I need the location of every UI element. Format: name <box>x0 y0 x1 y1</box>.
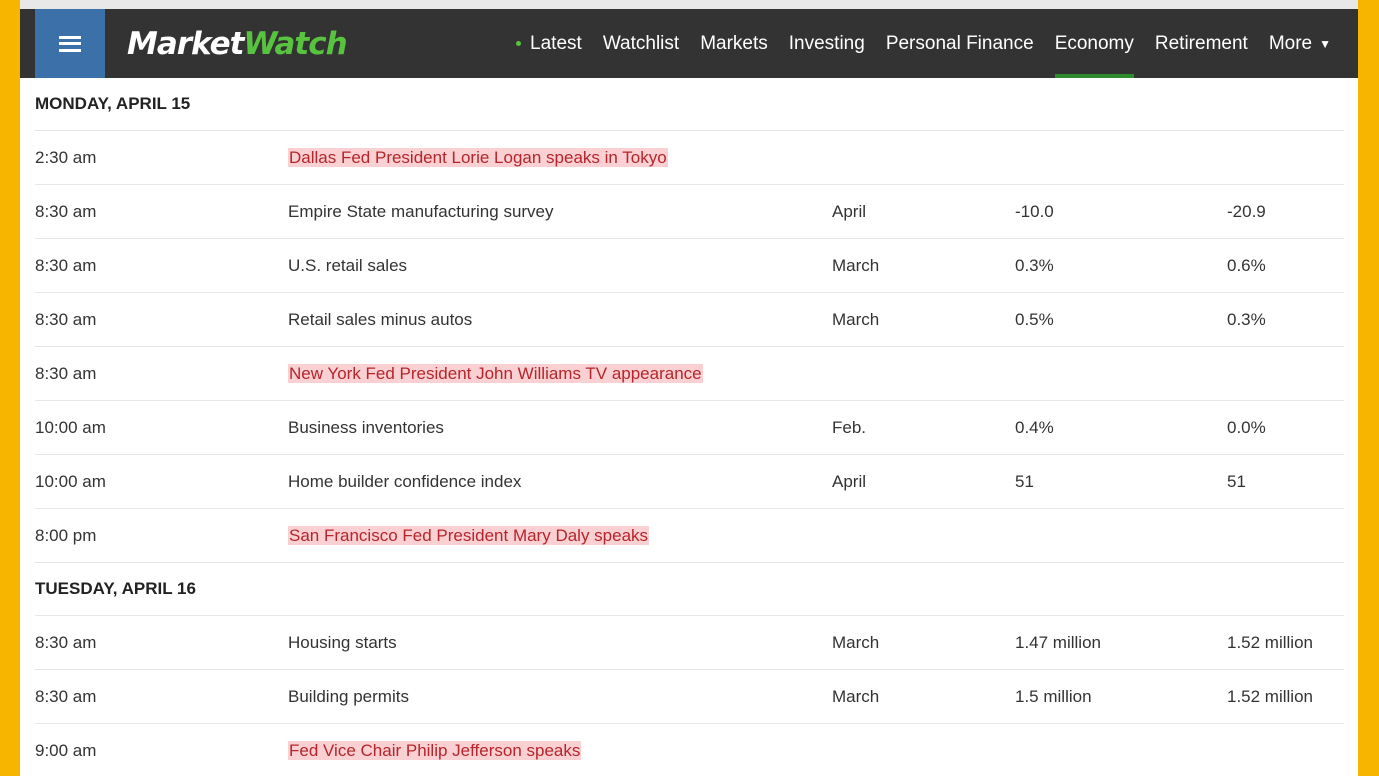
site-header: MarketWatch Latest Watchlist Markets Inv… <box>20 9 1358 78</box>
event-previous: 0.0% <box>1227 418 1266 437</box>
event-previous: 1.52 million <box>1227 687 1313 706</box>
event-time: 8:30 am <box>35 633 97 652</box>
table-row: 10:00 am Home builder confidence index A… <box>35 455 1344 509</box>
day-header: TUESDAY, APRIL 16 <box>35 563 1344 616</box>
table-row: 10:00 am Business inventories Feb. 0.4% … <box>35 401 1344 455</box>
event-forecast: 0.4% <box>1015 418 1054 437</box>
event-name: Empire State manufacturing survey <box>288 202 554 221</box>
event-forecast: 1.47 million <box>1015 633 1101 652</box>
event-forecast: 51 <box>1015 472 1034 491</box>
event-name[interactable]: Dallas Fed President Lorie Logan speaks … <box>288 131 668 184</box>
event-forecast: 0.5% <box>1015 310 1054 329</box>
event-forecast: 0.3% <box>1015 256 1054 275</box>
table-row: 8:30 am Retail sales minus autos March 0… <box>35 293 1344 347</box>
event-time: 8:30 am <box>35 256 97 275</box>
hamburger-menu-button[interactable] <box>35 9 105 78</box>
event-name: U.S. retail sales <box>288 256 408 275</box>
fed-speaker-highlight: Dallas Fed President Lorie Logan speaks … <box>288 148 668 167</box>
live-dot-icon <box>516 41 522 46</box>
event-previous: 51 <box>1227 472 1246 491</box>
event-forecast: 1.5 million <box>1015 687 1092 706</box>
event-time: 2:30 am <box>35 148 97 167</box>
table-row: 8:30 am Building permits March 1.5 milli… <box>35 670 1344 724</box>
event-period: March <box>832 687 880 706</box>
event-name[interactable]: Fed Vice Chair Philip Jefferson speaks <box>288 724 582 776</box>
event-period: April <box>832 202 867 221</box>
event-time: 10:00 am <box>35 472 106 491</box>
economic-calendar: MONDAY, APRIL 15 2:30 am Dallas Fed Pres… <box>35 78 1344 776</box>
event-previous: 0.6% <box>1227 256 1266 275</box>
logo-watch-text: Watch <box>243 25 347 62</box>
nav-more-label: More <box>1268 32 1313 54</box>
nav-markets[interactable]: Markets <box>700 9 768 78</box>
nav-latest-label: Latest <box>530 32 582 54</box>
event-time: 8:30 am <box>35 202 97 221</box>
event-previous: -20.9 <box>1227 202 1266 221</box>
nav-more[interactable]: More ▼ <box>1269 9 1331 78</box>
table-row: 8:30 am New York Fed President John Will… <box>35 347 1344 401</box>
caret-down-icon: ▼ <box>1319 36 1331 51</box>
event-time: 8:30 am <box>35 364 97 383</box>
event-time: 8:30 am <box>35 687 97 706</box>
table-row: 8:30 am U.S. retail sales March 0.3% 0.6… <box>35 239 1344 293</box>
table-row: 8:30 am Housing starts March 1.47 millio… <box>35 616 1344 670</box>
event-name: Home builder confidence index <box>288 472 522 491</box>
event-time: 10:00 am <box>35 418 106 437</box>
nav-personal-finance[interactable]: Personal Finance <box>886 9 1034 78</box>
event-previous: 1.52 million <box>1227 633 1313 652</box>
marketwatch-logo[interactable]: MarketWatch <box>127 25 348 62</box>
nav-economy[interactable]: Economy <box>1054 9 1135 78</box>
event-time: 9:00 am <box>35 741 97 760</box>
nav-retirement[interactable]: Retirement <box>1155 9 1248 78</box>
event-name[interactable]: San Francisco Fed President Mary Daly sp… <box>288 509 650 562</box>
logo-market-text: Market <box>127 25 244 62</box>
nav-investing[interactable]: Investing <box>789 9 865 78</box>
event-name[interactable]: New York Fed President John Williams TV … <box>288 347 703 400</box>
table-row: 8:00 pm San Francisco Fed President Mary… <box>35 509 1344 563</box>
nav-watchlist[interactable]: Watchlist <box>603 9 679 78</box>
hamburger-icon <box>59 35 81 52</box>
event-name: Housing starts <box>288 633 397 652</box>
event-period: March <box>832 633 880 652</box>
day-header: MONDAY, APRIL 15 <box>35 78 1344 131</box>
table-row: 9:00 am Fed Vice Chair Philip Jefferson … <box>35 724 1344 776</box>
event-period: Feb. <box>832 418 867 437</box>
event-time: 8:30 am <box>35 310 97 329</box>
event-period: April <box>832 472 867 491</box>
page-frame: MarketWatch Latest Watchlist Markets Inv… <box>20 0 1358 776</box>
event-period: March <box>832 310 880 329</box>
event-forecast: -10.0 <box>1015 202 1054 221</box>
fed-speaker-highlight: San Francisco Fed President Mary Daly sp… <box>288 526 650 545</box>
event-period: March <box>832 256 880 275</box>
event-previous: 0.3% <box>1227 310 1266 329</box>
table-row: 2:30 am Dallas Fed President Lorie Logan… <box>35 131 1344 185</box>
event-name: Business inventories <box>288 418 444 437</box>
event-name: Building permits <box>288 687 409 706</box>
table-row: 8:30 am Empire State manufacturing surve… <box>35 185 1344 239</box>
event-name: Retail sales minus autos <box>288 310 473 329</box>
event-time: 8:00 pm <box>35 526 97 545</box>
main-nav: Latest Watchlist Markets Investing Perso… <box>495 9 1331 78</box>
browser-top-strip <box>20 0 1358 9</box>
fed-speaker-highlight: Fed Vice Chair Philip Jefferson speaks <box>288 741 582 760</box>
fed-speaker-highlight: New York Fed President John Williams TV … <box>288 364 703 383</box>
nav-latest[interactable]: Latest <box>516 9 582 78</box>
